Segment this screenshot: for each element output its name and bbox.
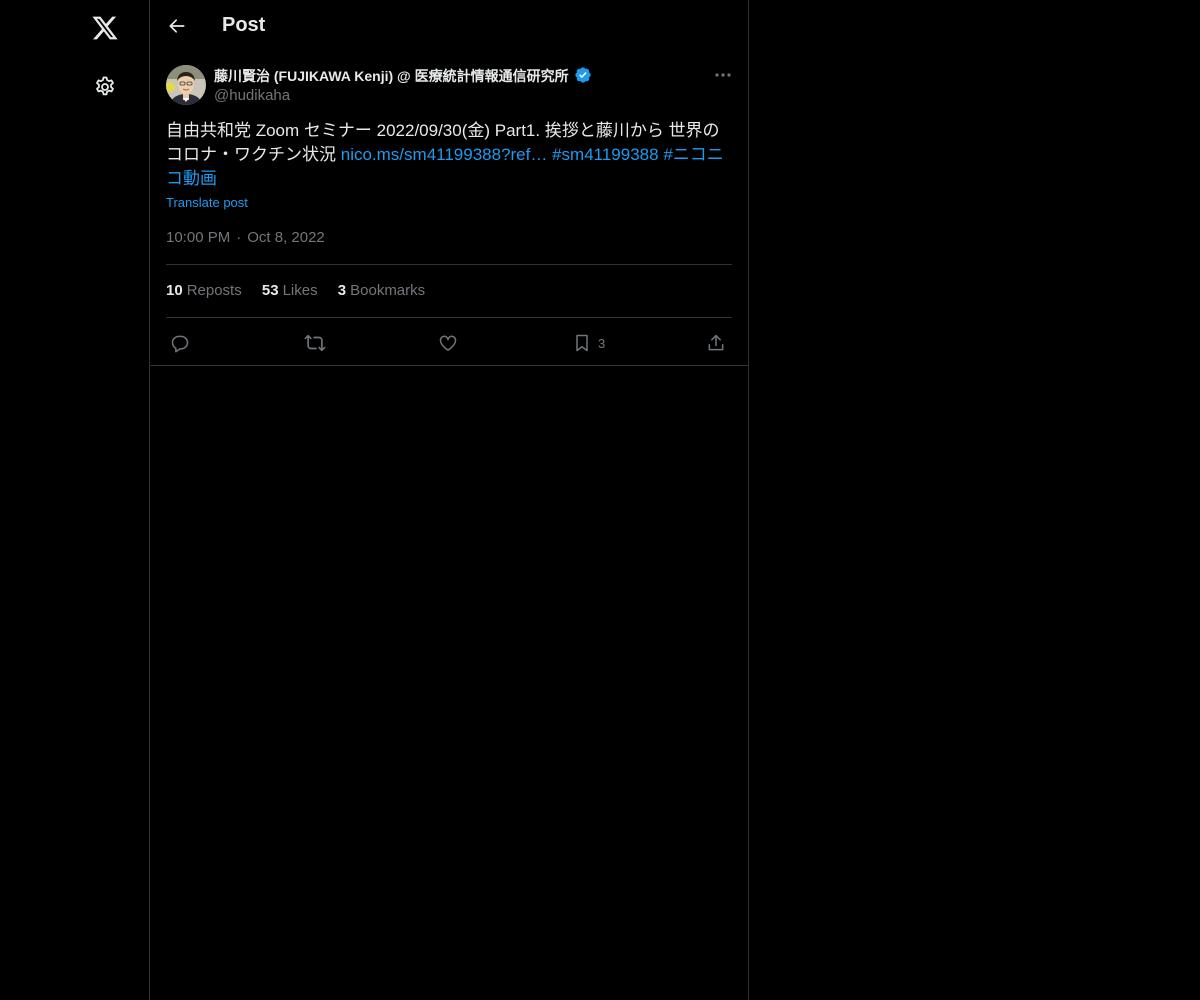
bookmark-icon xyxy=(572,333,592,353)
post-header: Post xyxy=(150,0,748,53)
repost-icon xyxy=(304,332,326,354)
reply-button[interactable] xyxy=(170,329,190,357)
reply-icon xyxy=(170,333,190,353)
post-timestamp: 10:00 PM · Oct 8, 2022 xyxy=(166,229,325,246)
settings-button[interactable] xyxy=(83,65,127,109)
likes-count: 53 xyxy=(261,282,279,299)
bookmarks-count: 3 xyxy=(337,282,347,299)
heart-icon xyxy=(438,333,458,353)
post-time[interactable]: 10:00 PM xyxy=(166,229,230,246)
translate-post-link[interactable]: Translate post xyxy=(166,195,248,210)
hashtag-link[interactable]: #sm41199388 xyxy=(552,145,659,164)
post-date[interactable]: Oct 8, 2022 xyxy=(247,229,325,246)
reposts-count: 10 xyxy=(166,282,183,299)
gear-icon xyxy=(93,75,117,99)
avatar[interactable] xyxy=(166,65,206,105)
likes-label: Likes xyxy=(282,282,318,299)
more-options-button[interactable] xyxy=(706,63,740,87)
bookmark-button[interactable]: 3 xyxy=(572,329,605,357)
author-handle[interactable]: @hudikaha xyxy=(214,87,290,104)
share-button[interactable] xyxy=(706,329,726,357)
x-logo-button[interactable] xyxy=(83,6,127,50)
likes-stat[interactable]: 53 Likes xyxy=(262,282,318,299)
back-button[interactable] xyxy=(160,8,194,44)
action-bar: 3 xyxy=(150,325,748,361)
page-title: Post xyxy=(222,14,266,36)
verified-badge-icon xyxy=(574,66,592,84)
x-logo-icon xyxy=(91,14,119,42)
post-stats: 10 Reposts 53 Likes 3 Bookmarks xyxy=(166,282,441,299)
arrow-left-icon xyxy=(167,16,187,36)
left-navigation xyxy=(0,0,149,1000)
reposts-label: Reposts xyxy=(186,282,242,299)
repost-button[interactable] xyxy=(304,329,326,357)
app-root: Post 藤川賢治 (FUJIKAWA Kenji) @ 医療統計情報通信研究所… xyxy=(0,0,1200,1000)
bookmarks-stat[interactable]: 3 Bookmarks xyxy=(338,282,425,299)
like-button[interactable] xyxy=(438,329,458,357)
bookmark-count: 3 xyxy=(598,335,606,351)
more-dots-icon xyxy=(714,72,732,78)
author-display-name[interactable]: 藤川賢治 (FUJIKAWA Kenji) @ 医療統計情報通信研究所 xyxy=(214,66,592,86)
separator-dot: · xyxy=(236,229,242,246)
divider xyxy=(166,264,732,265)
post-text: 自由共和党 Zoom セミナー 2022/09/30(金) Part1. 挨拶と… xyxy=(166,119,732,191)
author-name-text: 藤川賢治 (FUJIKAWA Kenji) @ 医療統計情報通信研究所 xyxy=(214,68,569,84)
share-icon xyxy=(706,333,726,353)
divider xyxy=(166,317,732,318)
reposts-stat[interactable]: 10 Reposts xyxy=(166,282,242,299)
post-article: 藤川賢治 (FUJIKAWA Kenji) @ 医療統計情報通信研究所 @hud… xyxy=(150,53,748,366)
main-column: Post 藤川賢治 (FUJIKAWA Kenji) @ 医療統計情報通信研究所… xyxy=(149,0,749,1000)
bookmarks-label: Bookmarks xyxy=(350,282,426,299)
post-link[interactable]: nico.ms/sm41199388?ref… xyxy=(341,145,548,164)
